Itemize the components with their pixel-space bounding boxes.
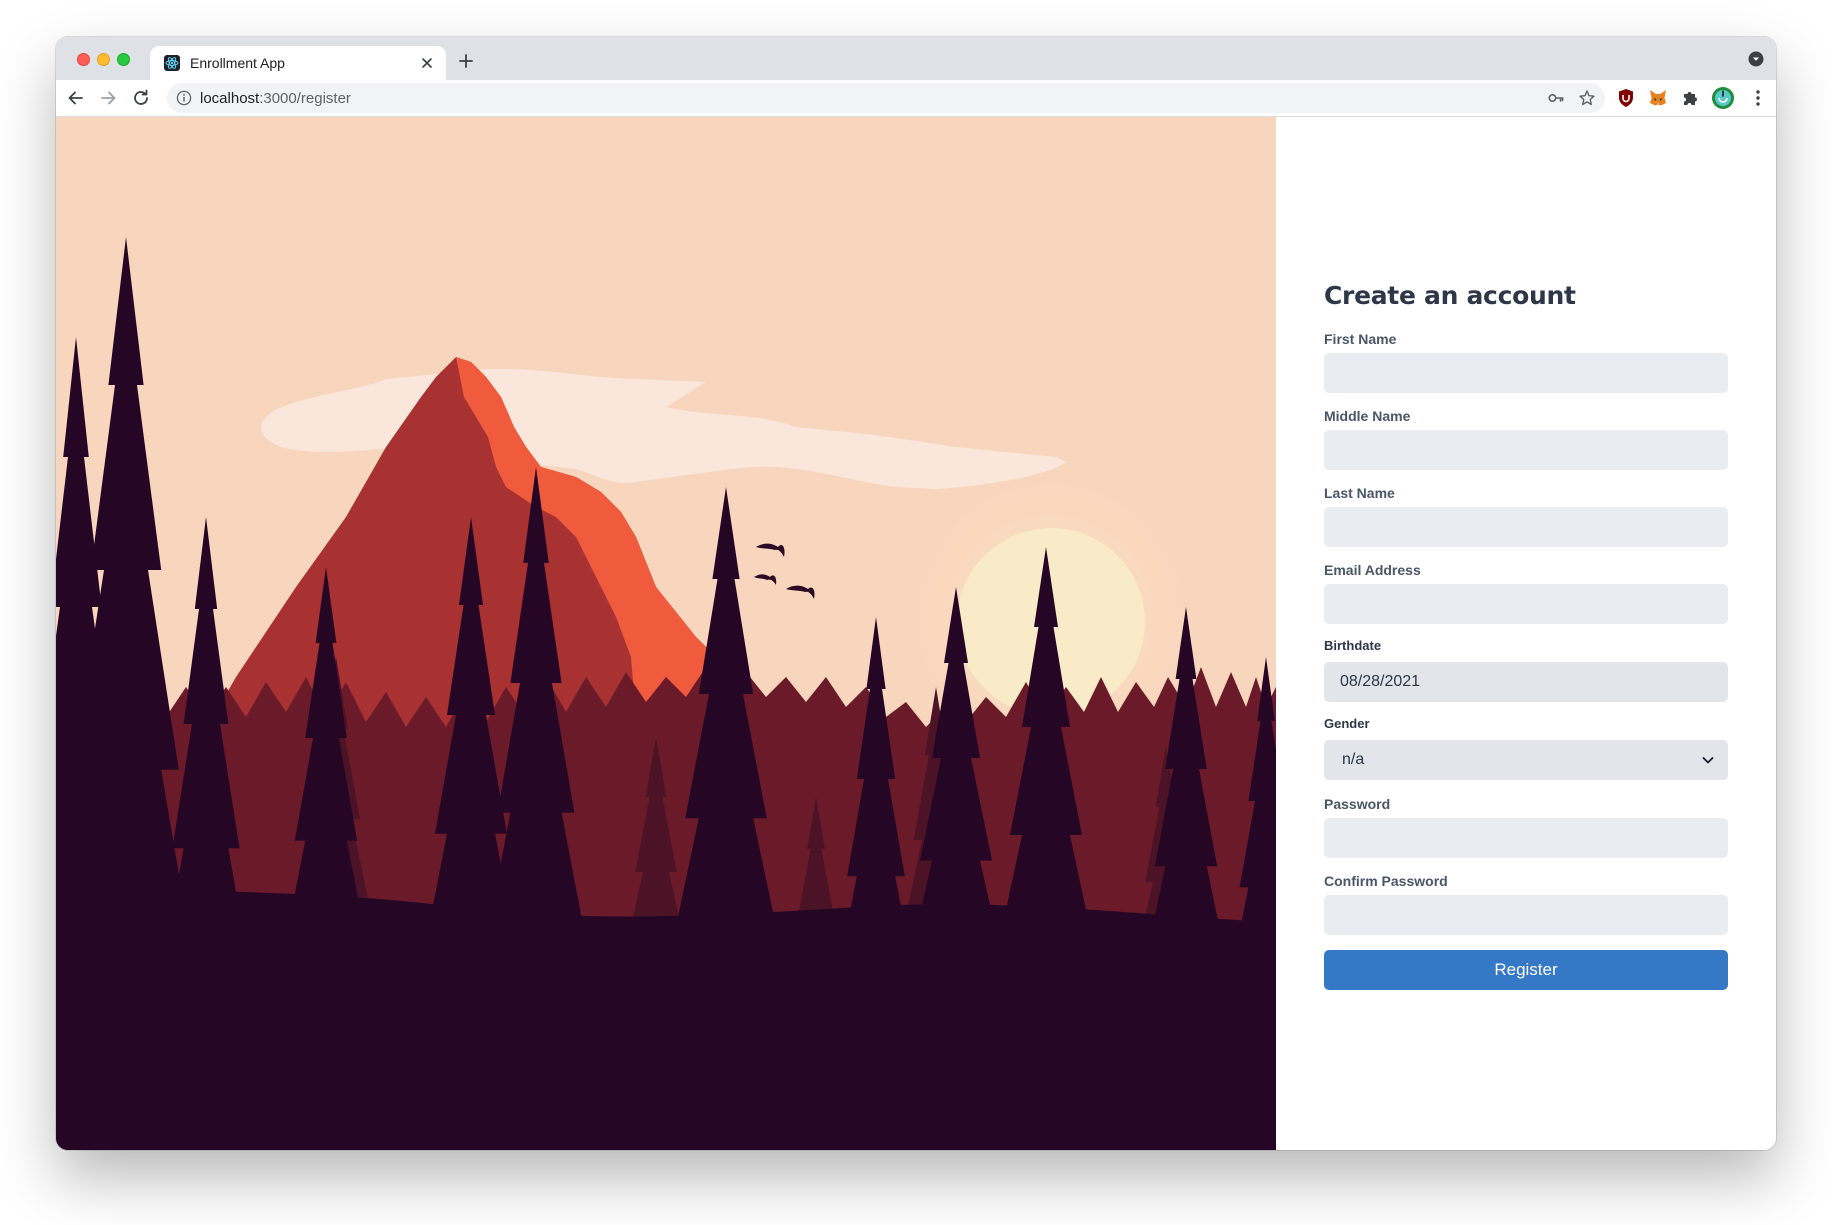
minimize-window-button[interactable] — [97, 53, 110, 66]
first-name-label: First Name — [1324, 331, 1397, 347]
kebab-menu-icon[interactable] — [1747, 87, 1769, 109]
middle-name-label: Middle Name — [1324, 408, 1411, 424]
page-content: Create an account First Name Middle Name… — [56, 117, 1776, 1150]
browser-window: Enrollment App localhost:3000/register C… — [56, 37, 1776, 1150]
confirm-password-field[interactable] — [1324, 895, 1728, 935]
ublock-shield-icon[interactable] — [1615, 87, 1637, 109]
gender-select[interactable]: n/a — [1324, 740, 1728, 780]
email-label: Email Address — [1324, 562, 1421, 578]
url-path: :3000/register — [259, 90, 351, 107]
url-host: localhost — [200, 90, 260, 107]
chevron-down-circle-icon[interactable] — [1748, 51, 1764, 67]
tab-enrollment-app[interactable]: Enrollment App — [150, 46, 446, 80]
password-label: Password — [1324, 796, 1391, 812]
info-icon[interactable] — [176, 90, 192, 106]
gender-select-value: n/a — [1342, 751, 1365, 768]
react-logo-icon — [164, 55, 180, 71]
arrow-left-icon[interactable] — [65, 87, 87, 109]
last-name-label: Last Name — [1324, 485, 1395, 501]
close-window-button[interactable] — [77, 53, 90, 66]
middle-name-field[interactable] — [1324, 430, 1728, 470]
hero-illustration — [56, 117, 1276, 1150]
birthdate-field[interactable] — [1324, 662, 1728, 702]
password-field[interactable] — [1324, 818, 1728, 858]
tab-title: Enrollment App — [190, 55, 285, 71]
address-bar[interactable]: localhost:3000/register — [167, 83, 1605, 113]
key-icon[interactable] — [1547, 89, 1565, 107]
last-name-field[interactable] — [1324, 507, 1728, 547]
registration-form: Create an account First Name Middle Name… — [1276, 117, 1776, 1150]
chevron-down-icon — [1702, 757, 1714, 764]
mountain-forest-sunset-illustration — [56, 117, 1276, 1150]
star-icon[interactable] — [1578, 89, 1596, 107]
birthdate-label: Birthdate — [1324, 638, 1382, 653]
url-text: localhost:3000/register — [200, 90, 351, 107]
plus-icon[interactable] — [454, 49, 478, 73]
puzzle-icon[interactable] — [1679, 87, 1701, 109]
profile-avatar-icon[interactable] — [1711, 86, 1735, 110]
email-field[interactable] — [1324, 584, 1728, 624]
confirm-password-label: Confirm Password — [1324, 873, 1448, 889]
register-button[interactable]: Register — [1324, 950, 1728, 990]
reload-icon[interactable] — [130, 87, 152, 109]
metamask-fox-icon[interactable] — [1647, 87, 1669, 109]
arrow-right-icon[interactable] — [97, 87, 119, 109]
browser-toolbar: localhost:3000/register — [56, 80, 1776, 117]
maximize-window-button[interactable] — [117, 53, 130, 66]
gender-label: Gender — [1324, 716, 1370, 731]
close-icon[interactable] — [418, 54, 436, 72]
tab-bar: Enrollment App — [56, 37, 1776, 80]
form-title: Create an account — [1324, 281, 1576, 310]
first-name-field[interactable] — [1324, 353, 1728, 393]
